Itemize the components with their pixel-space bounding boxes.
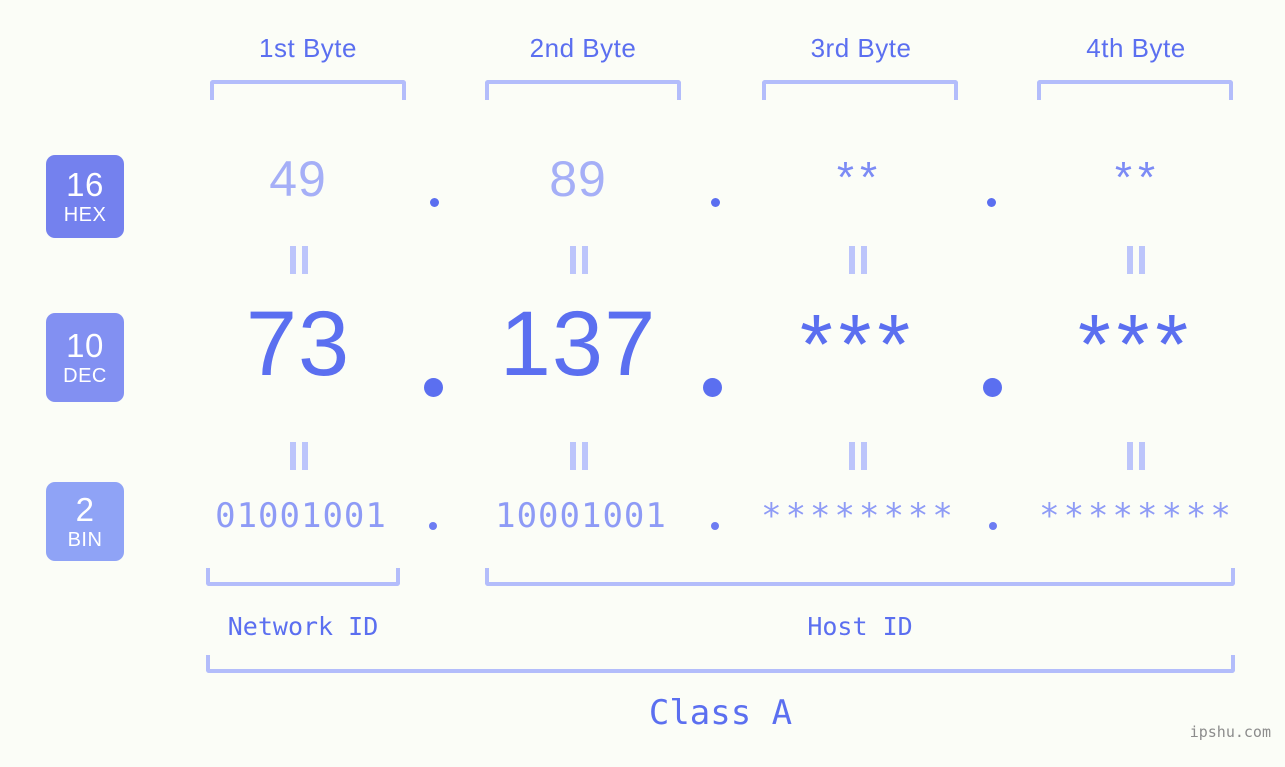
bin-value-byte-4: ******** xyxy=(1039,496,1235,536)
hex-separator-dot-3 xyxy=(987,198,996,207)
base-badge-hex: 16 HEX xyxy=(46,155,124,238)
bin-separator-dot-3 xyxy=(989,522,997,530)
ip-address-breakdown-diagram: 1st Byte 2nd Byte 3rd Byte 4th Byte 16 H… xyxy=(0,0,1285,767)
dec-value-byte-3: *** xyxy=(799,297,917,391)
base-badge-dec: 10 DEC xyxy=(46,313,124,402)
host-id-label: Host ID xyxy=(807,612,913,641)
watermark: ipshu.com xyxy=(1189,723,1271,741)
equals-mark-dec-bin-4 xyxy=(1127,442,1145,470)
hex-value-byte-4: ** xyxy=(1114,153,1162,202)
bin-separator-dot-2 xyxy=(711,522,719,530)
dec-value-byte-4: *** xyxy=(1077,297,1195,391)
network-id-label: Network ID xyxy=(227,612,379,641)
byte-header-1: 1st Byte xyxy=(259,33,357,63)
equals-mark-hex-dec-4 xyxy=(1127,246,1145,274)
hex-separator-dot-1 xyxy=(430,198,439,207)
bin-value-byte-3: ******** xyxy=(761,496,957,536)
dec-separator-dot-1 xyxy=(424,378,443,397)
base-badge-bin-number: 2 xyxy=(75,491,95,528)
dec-separator-dot-2 xyxy=(703,378,722,397)
dec-separator-dot-3 xyxy=(983,378,1002,397)
base-badge-dec-number: 10 xyxy=(66,327,104,364)
base-badge-bin-label: BIN xyxy=(67,529,103,551)
equals-mark-dec-bin-3 xyxy=(849,442,867,470)
hex-value-byte-3: ** xyxy=(836,153,884,202)
byte-header-3: 3rd Byte xyxy=(810,33,912,63)
network-id-bracket xyxy=(206,568,400,586)
byte-header-2: 2nd Byte xyxy=(529,33,637,63)
class-bracket xyxy=(206,655,1235,673)
base-badge-dec-label: DEC xyxy=(63,365,107,387)
equals-mark-dec-bin-2 xyxy=(570,442,588,470)
bin-value-byte-1: 01001001 xyxy=(215,496,387,536)
byte-bracket-3 xyxy=(762,80,958,100)
bin-separator-dot-1 xyxy=(429,522,437,530)
base-badge-hex-label: HEX xyxy=(63,204,107,226)
bin-value-byte-2: 10001001 xyxy=(495,496,667,536)
dec-value-byte-1: 73 xyxy=(245,293,351,395)
equals-mark-hex-dec-1 xyxy=(290,246,308,274)
hex-value-byte-2: 89 xyxy=(549,151,607,207)
hex-separator-dot-2 xyxy=(711,198,720,207)
base-badge-hex-number: 16 xyxy=(66,166,104,203)
equals-mark-hex-dec-3 xyxy=(849,246,867,274)
byte-bracket-1 xyxy=(210,80,406,100)
class-label: Class A xyxy=(648,693,793,733)
hex-value-byte-1: 49 xyxy=(269,151,327,207)
host-id-bracket xyxy=(485,568,1235,586)
byte-header-4: 4th Byte xyxy=(1086,33,1186,63)
equals-mark-dec-bin-1 xyxy=(290,442,308,470)
dec-value-byte-2: 137 xyxy=(499,293,657,395)
equals-mark-hex-dec-2 xyxy=(570,246,588,274)
byte-bracket-2 xyxy=(485,80,681,100)
base-badge-bin: 2 BIN xyxy=(46,482,124,561)
byte-bracket-4 xyxy=(1037,80,1233,100)
